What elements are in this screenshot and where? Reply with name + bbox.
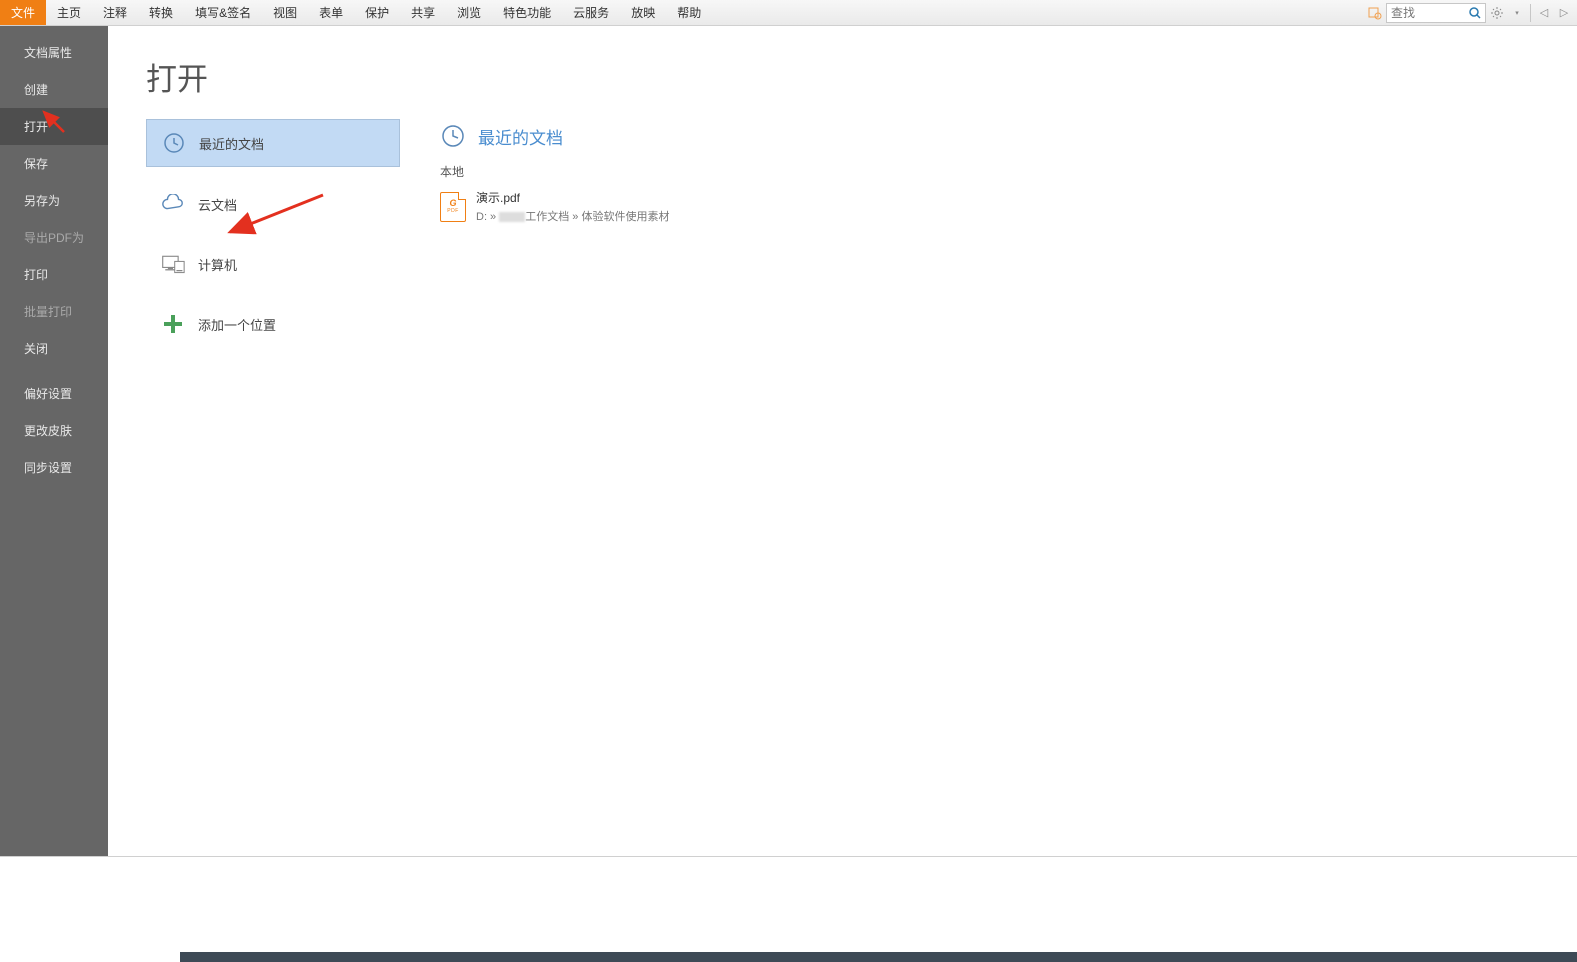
detail-header: 最近的文档 <box>440 123 1577 149</box>
tab-browse[interactable]: 浏览 <box>446 0 492 25</box>
chevron-down-icon[interactable]: ▾ <box>1508 4 1526 22</box>
file-name: 演示.pdf <box>476 189 669 206</box>
source-label: 添加一个位置 <box>198 315 276 334</box>
source-cloud[interactable]: 云文档 <box>146 181 400 227</box>
sidebar-item-skin[interactable]: 更改皮肤 <box>0 412 108 449</box>
tab-file[interactable]: 文件 <box>0 0 46 25</box>
tab-form[interactable]: 表单 <box>308 0 354 25</box>
file-row[interactable]: G PDF 演示.pdf D: » 工作文档 » 体验软件使用素材 <box>440 186 1577 227</box>
search-icon[interactable] <box>1465 4 1485 22</box>
sidebar-item-preferences[interactable]: 偏好设置 <box>0 375 108 412</box>
clock-icon <box>440 123 466 149</box>
tab-help[interactable]: 帮助 <box>666 0 712 25</box>
sidebar-item-properties[interactable]: 文档属性 <box>0 34 108 71</box>
footer-left <box>0 952 180 962</box>
source-add-location[interactable]: 添加一个位置 <box>146 301 400 347</box>
footer-dark <box>180 952 1577 962</box>
pdf-file-icon: G PDF <box>440 192 466 222</box>
sidebar-item-print[interactable]: 打印 <box>0 256 108 293</box>
source-label: 最近的文档 <box>199 134 264 153</box>
sidebar-item-close[interactable]: 关闭 <box>0 330 108 367</box>
top-menu-bar: 文件 主页 注释 转换 填写&签名 视图 表单 保护 共享 浏览 特色功能 云服… <box>0 0 1577 26</box>
gear-icon[interactable] <box>1488 4 1506 22</box>
divider <box>1530 4 1531 22</box>
file-path: D: » 工作文档 » 体验软件使用素材 <box>476 208 669 224</box>
sidebar-item-open[interactable]: 打开 <box>0 108 108 145</box>
sidebar-item-saveas[interactable]: 另存为 <box>0 182 108 219</box>
source-label: 计算机 <box>198 255 237 274</box>
sidebar-item-save[interactable]: 保存 <box>0 145 108 182</box>
nav-forward-icon[interactable]: ▷ <box>1555 4 1573 22</box>
tab-home[interactable]: 主页 <box>46 0 92 25</box>
file-info: 演示.pdf D: » 工作文档 » 体验软件使用素材 <box>476 189 669 224</box>
tab-view[interactable]: 视图 <box>262 0 308 25</box>
source-computer[interactable]: 计算机 <box>146 241 400 287</box>
redacted-segment <box>499 212 525 222</box>
content-columns: 最近的文档 云文档 计算机 <box>146 119 1577 347</box>
find-highlight-icon[interactable] <box>1366 4 1384 22</box>
sidebar-item-sync[interactable]: 同步设置 <box>0 449 108 486</box>
content-pane: 打开 最近的文档 云文档 <box>108 26 1577 856</box>
pdf-icon-g: G <box>449 199 456 208</box>
find-box[interactable] <box>1386 3 1486 23</box>
sidebar-item-export[interactable]: 导出PDF为 <box>0 219 108 256</box>
find-input[interactable] <box>1387 6 1465 20</box>
footer <box>0 952 1577 962</box>
tab-cloud[interactable]: 云服务 <box>562 0 620 25</box>
main-area: 文档属性 创建 打开 保存 另存为 导出PDF为 打印 批量打印 关闭 偏好设置… <box>0 26 1577 857</box>
section-label-local: 本地 <box>440 163 1577 180</box>
clock-icon <box>162 131 186 155</box>
blank-area <box>0 857 1577 952</box>
tab-convert[interactable]: 转换 <box>138 0 184 25</box>
detail-pane: 最近的文档 本地 G PDF 演示.pdf D: » 工作文档 » 体验软件使用… <box>400 119 1577 347</box>
source-recent[interactable]: 最近的文档 <box>146 119 400 167</box>
computer-icon <box>161 252 185 276</box>
tab-share[interactable]: 共享 <box>400 0 446 25</box>
tab-protect[interactable]: 保护 <box>354 0 400 25</box>
sidebar: 文档属性 创建 打开 保存 另存为 导出PDF为 打印 批量打印 关闭 偏好设置… <box>0 26 108 856</box>
page-title: 打开 <box>146 54 1577 99</box>
tab-present[interactable]: 放映 <box>620 0 666 25</box>
sidebar-item-create[interactable]: 创建 <box>0 71 108 108</box>
plus-icon <box>161 312 185 336</box>
sidebar-item-batchprint[interactable]: 批量打印 <box>0 293 108 330</box>
source-list: 最近的文档 云文档 计算机 <box>146 119 400 347</box>
source-label: 云文档 <box>198 195 237 214</box>
detail-title: 最近的文档 <box>478 124 563 149</box>
tab-annotate[interactable]: 注释 <box>92 0 138 25</box>
nav-back-icon[interactable]: ◁ <box>1535 4 1553 22</box>
cloud-icon <box>161 192 185 216</box>
tab-fill-sign[interactable]: 填写&签名 <box>184 0 262 25</box>
top-right-tools: ▾ ◁ ▷ <box>1366 0 1577 25</box>
tab-features[interactable]: 特色功能 <box>492 0 562 25</box>
sidebar-gap <box>0 367 108 375</box>
pdf-icon-label: PDF <box>447 209 459 214</box>
